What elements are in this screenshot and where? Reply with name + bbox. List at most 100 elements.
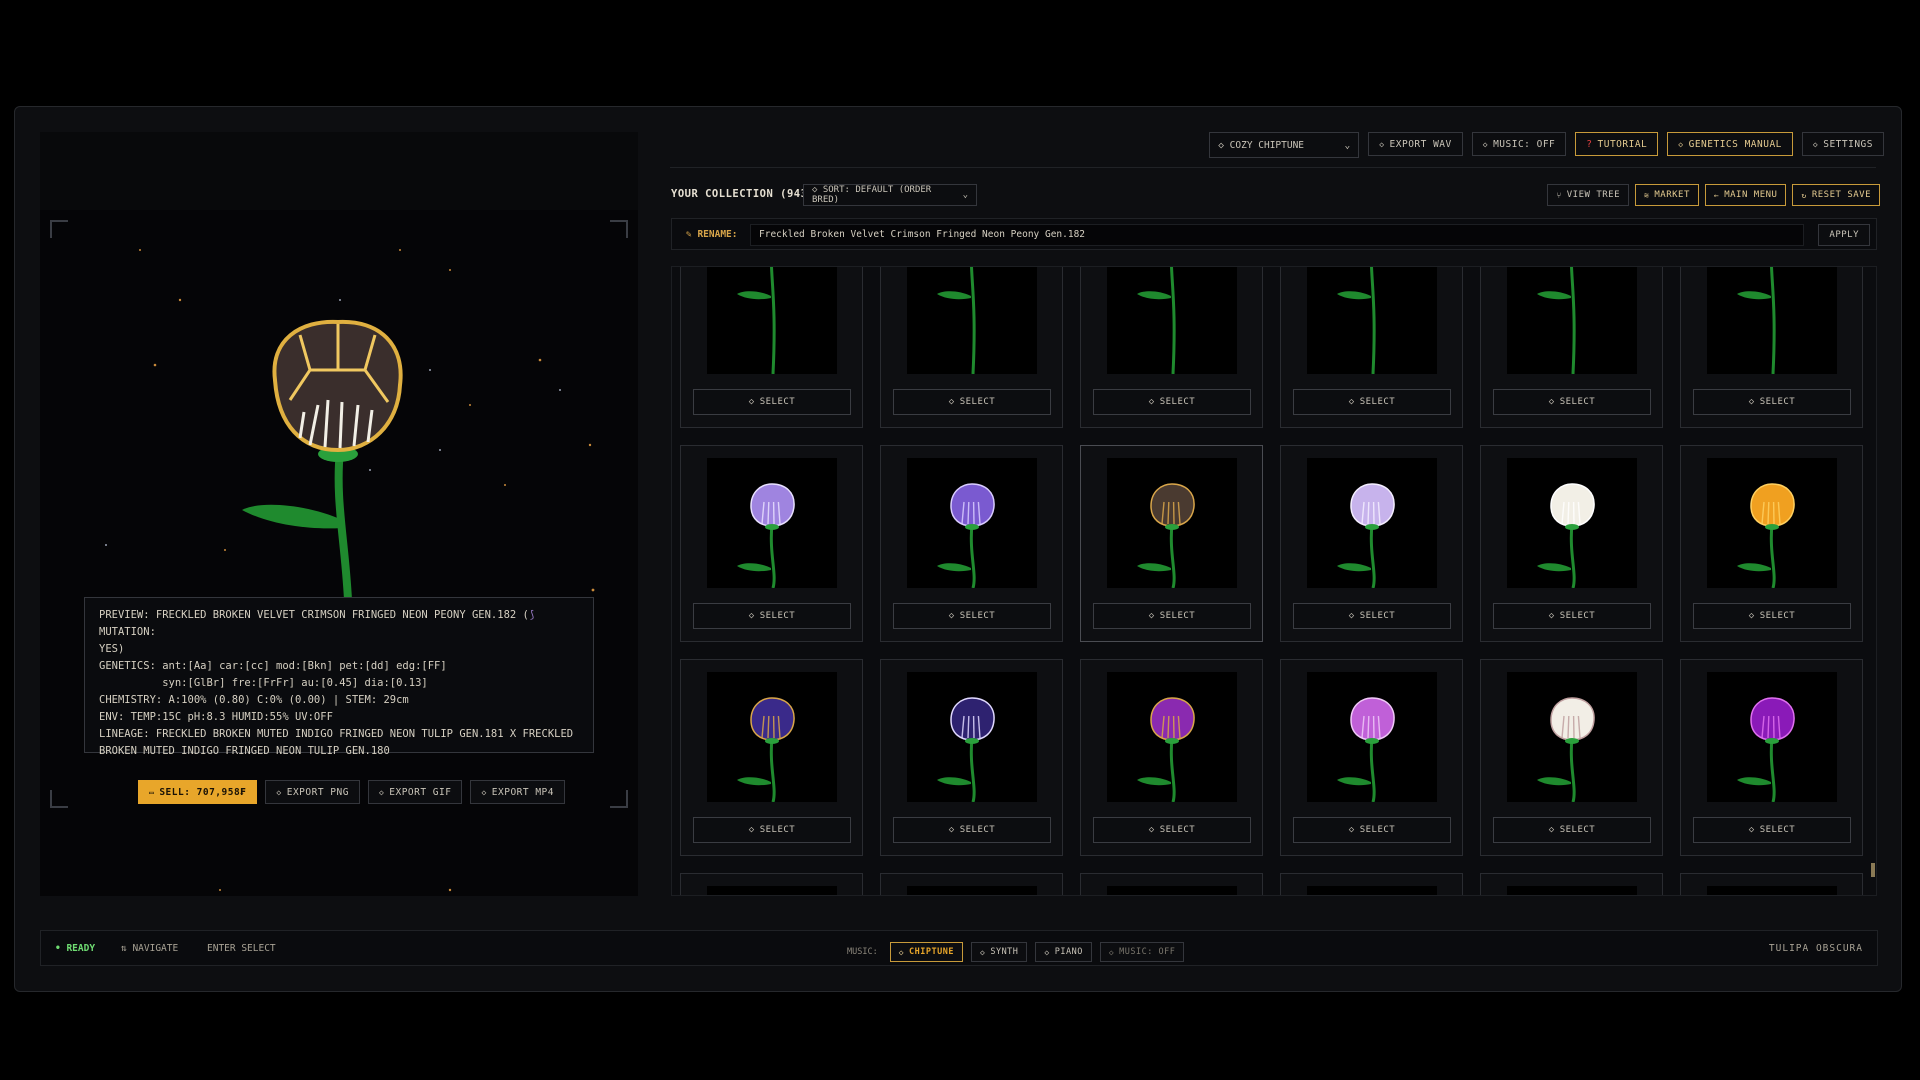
flower-image — [737, 483, 795, 588]
flower-thumbnail — [1707, 267, 1837, 374]
select-label: SELECT — [1559, 611, 1596, 621]
ready-indicator: • READY — [55, 943, 96, 954]
export-gif-button[interactable]: ◇ EXPORT GIF — [367, 780, 463, 804]
select-label: SELECT — [1159, 825, 1196, 835]
flower-card[interactable]: ◇SELECT — [680, 659, 863, 856]
tutorial-button[interactable]: ? TUTORIAL — [1575, 132, 1659, 156]
flower-thumbnail — [1107, 267, 1237, 374]
genetics-manual-button[interactable]: ◇ GENETICS MANUAL — [1667, 132, 1793, 156]
flower-card[interactable]: ◇SELECT — [1280, 267, 1463, 428]
flower-thumbnail — [707, 886, 837, 895]
reset-save-button[interactable]: ↻ RESET SAVE — [1792, 184, 1880, 206]
lineage-line: LINEAGE: FRECKLED BROKEN MUTED INDIGO FR… — [99, 728, 580, 757]
rename-input[interactable]: Freckled Broken Velvet Crimson Fringed N… — [750, 224, 1804, 246]
piano-button[interactable]: ◇ PIANO — [1035, 942, 1092, 962]
rename-bar: ✎ RENAME: Freckled Broken Velvet Crimson… — [671, 218, 1877, 250]
question-icon: ? — [1586, 138, 1593, 150]
market-label: MARKET — [1654, 190, 1690, 200]
flower-card[interactable]: ◇SELECT — [880, 659, 1063, 856]
main-menu-button[interactable]: ← MAIN MENU — [1704, 184, 1787, 206]
music-preset-select[interactable]: ◇ COZY CHIPTUNE ⌄ — [1209, 132, 1360, 158]
view-tree-button[interactable]: ⑂ VIEW TREE — [1547, 184, 1630, 206]
flower-card[interactable]: ◇SELECT — [1480, 659, 1663, 856]
flower-card[interactable]: ◇SELECT — [1480, 267, 1663, 428]
flower-thumbnail — [907, 886, 1037, 895]
flower-thumbnail — [907, 672, 1037, 802]
export-gif-label: EXPORT GIF — [389, 786, 452, 798]
flower-card[interactable]: ◇SELECT — [680, 873, 863, 895]
flower-card[interactable]: ◇SELECT — [1280, 445, 1463, 642]
flower-card[interactable]: ◇SELECT — [880, 873, 1063, 895]
export-wav-button[interactable]: ◇ EXPORT WAV — [1368, 132, 1463, 156]
flower-card[interactable]: ◇SELECT — [1280, 873, 1463, 895]
music-toggle-button[interactable]: ◇ MUSIC: OFF — [1471, 132, 1567, 156]
diamond-icon: ◇ — [1678, 139, 1684, 149]
select-button[interactable]: ◇ SELECT — [893, 817, 1051, 843]
chevron-down-icon: ⌄ — [1344, 139, 1351, 151]
select-button[interactable]: ◇ SELECT — [693, 817, 851, 843]
flower-card[interactable]: ◇SELECT — [1080, 659, 1263, 856]
flower-card[interactable]: ◇SELECT — [1680, 445, 1863, 642]
flower-card[interactable]: ◇SELECT — [1080, 873, 1263, 895]
export-mp4-button[interactable]: ◇ EXPORT MP4 — [470, 780, 565, 804]
flower-card[interactable]: ◇SELECT — [1680, 659, 1863, 856]
flower-card[interactable]: ◇SELECT — [680, 445, 863, 642]
flower-card[interactable]: ◇SELECT — [1280, 659, 1463, 856]
sell-button[interactable]: ▭ SELL: 707,958₣ — [138, 780, 258, 804]
flower-thumbnail — [907, 267, 1037, 374]
market-button[interactable]: ≋ MARKET — [1635, 184, 1699, 206]
piano-label: PIANO — [1054, 947, 1083, 957]
mutation-value: YES) — [99, 643, 125, 655]
music-off-button[interactable]: ◇ MUSIC: OFF — [1099, 942, 1185, 962]
flower-card[interactable]: ◇SELECT — [880, 267, 1063, 428]
flower-card[interactable]: ◇SELECT — [1680, 873, 1863, 896]
flower-card[interactable]: ◇SELECT — [1480, 873, 1663, 895]
flower-card[interactable]: ◇SELECT — [1080, 267, 1263, 428]
select-button[interactable]: ◇ SELECT — [1493, 817, 1651, 843]
music-off-label: MUSIC: OFF — [1119, 947, 1176, 957]
select-button[interactable]: ◇ SELECT — [893, 389, 1051, 415]
flower-card[interactable]: ◇ SELECT — [1480, 445, 1663, 642]
select-button[interactable]: ◇ SELECT — [1293, 389, 1451, 415]
select-button[interactable]: ◇ SELECT — [693, 389, 851, 415]
coin-icon: ▭ — [149, 787, 155, 797]
scrollbar-thumb[interactable] — [1871, 863, 1875, 877]
flower-card[interactable]: ◇SELECT — [1680, 267, 1863, 428]
select-button[interactable]: ◇ SELECT — [1693, 603, 1851, 629]
diamond-icon: ◇ — [1548, 611, 1555, 621]
flower-thumbnail — [1707, 886, 1837, 896]
flower-thumbnail — [1307, 672, 1437, 802]
genetics-line: GENETICS: ant:[Aa] car:[cc] mod:[Bkn] pe… — [99, 660, 447, 672]
export-png-button[interactable]: ◇ EXPORT PNG — [265, 780, 360, 804]
chiptune-button[interactable]: ◇ CHIPTUNE — [889, 942, 963, 962]
select-button[interactable]: ◇ SELECT — [1693, 389, 1851, 415]
select-button[interactable]: ◇ SELECT — [1693, 817, 1851, 843]
refresh-icon: ↻ — [1801, 190, 1807, 200]
flower-card[interactable]: ◇SELECT — [1080, 445, 1263, 642]
select-button[interactable]: ◇ SELECT — [1293, 603, 1451, 629]
apply-button[interactable]: APPLY — [1818, 224, 1870, 246]
select-button[interactable]: ◇ SELECT — [1293, 817, 1451, 843]
select-button[interactable]: ◇ SELECT — [1493, 603, 1651, 629]
flower-thumbnail — [1507, 458, 1637, 588]
select-label: SELECT — [959, 825, 996, 835]
flower-thumbnail — [1107, 672, 1237, 802]
select-button[interactable]: ◇ SELECT — [893, 603, 1051, 629]
sort-select[interactable]: ◇ SORT: DEFAULT (ORDER BRED) ⌄ — [803, 184, 977, 206]
flower-card[interactable]: ◇SELECT — [680, 267, 863, 428]
synth-button[interactable]: ◇ SYNTH — [971, 942, 1028, 962]
diamond-icon: ◇ — [1108, 947, 1115, 957]
reset-save-label: RESET SAVE — [1811, 190, 1871, 200]
select-button[interactable]: ◇ SELECT — [693, 603, 851, 629]
select-button[interactable]: ◇ SELECT — [1093, 603, 1251, 629]
flower-image — [1707, 886, 1837, 896]
flower-card[interactable]: ◇SELECT — [880, 445, 1063, 642]
flower-image — [1537, 697, 1595, 802]
settings-button[interactable]: ◇ SETTINGS — [1801, 132, 1884, 156]
flower-thumbnail — [707, 267, 837, 374]
diamond-icon: ◇ — [1548, 397, 1555, 407]
select-button[interactable]: ◇ SELECT — [1093, 389, 1251, 415]
select-button[interactable]: ◇ SELECT — [1493, 389, 1651, 415]
select-button[interactable]: ◇ SELECT — [1093, 817, 1251, 843]
preview-flower — [242, 319, 403, 600]
